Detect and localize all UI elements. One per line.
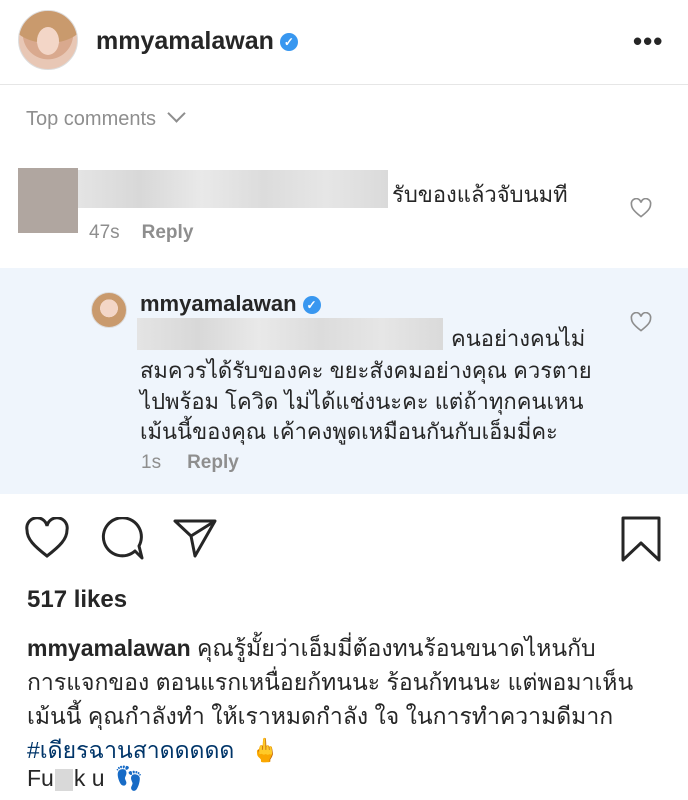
caption-hashtag-line: #เดียรฉานสาดดดดด 🖕: [27, 733, 279, 769]
blurred-avatar[interactable]: [18, 168, 78, 233]
username-label[interactable]: mmyamalawan: [96, 27, 274, 55]
caption-line: เม้นนี้ คุณกำลังทำ ให้เราหมดกำลัง ใจ ในก…: [27, 703, 614, 729]
caption-username[interactable]: mmyamalawan: [27, 635, 191, 661]
caption-line: การแจกของ ตอนแรกเหนื่อยก้ทนนะ ร้อนก้ทนนะ…: [27, 669, 634, 695]
blurred-mention: [137, 318, 443, 350]
like-heart-icon[interactable]: [24, 517, 70, 559]
comment-time: 47s: [89, 222, 120, 243]
caption-line: mmyamalawan คุณรู้มั้ยว่าเอ็มมี่ต้องทนร้…: [27, 631, 596, 667]
like-reply-heart-icon[interactable]: [630, 312, 652, 332]
reply-text-line: เม้นนี้ของคุณ เค้าคงพูดเหมือนกันกับเอ็มม…: [140, 419, 558, 444]
caption-text-end: k u: [73, 765, 105, 791]
comment-meta: 47s Reply: [89, 222, 193, 244]
more-options-icon[interactable]: •••: [633, 26, 663, 57]
reply-button[interactable]: Reply: [142, 222, 194, 243]
reply-username-label[interactable]: mmyamalawan: [140, 291, 297, 316]
likes-count[interactable]: 517 likes: [27, 586, 127, 614]
censor-block: [54, 768, 73, 791]
reply-text-line: คนอย่างคนไม่: [451, 326, 586, 351]
reply-username[interactable]: mmyamalawan ✓: [140, 291, 321, 317]
hashtag-link[interactable]: #เดียรฉานสาดดดดด: [27, 737, 234, 763]
avatar[interactable]: [18, 10, 78, 70]
like-comment-heart-icon[interactable]: [630, 198, 652, 218]
caption-last-line: Fu k u 👣: [27, 765, 144, 792]
reply-time: 1s: [141, 452, 162, 473]
post-header: mmyamalawan ✓ •••: [0, 0, 688, 85]
caption-text: คุณรู้มั้ยว่าเอ็มมี่ต้องทนร้อนขนาดไหนกับ: [197, 635, 596, 661]
middle-finger-emoji-icon: 🖕: [250, 737, 280, 763]
reply-text-line: สมควรได้รับของคะ ขยะสังคมอย่างคุณ ควรตาย: [140, 358, 592, 383]
save-bookmark-icon[interactable]: [620, 515, 662, 563]
top-comments-label: Top comments: [26, 108, 157, 130]
caption-text-start: Fu: [27, 765, 54, 791]
comment-text: รับของแล้วจับนมที: [392, 182, 568, 207]
top-comments-dropdown[interactable]: Top comments: [26, 104, 186, 131]
blurred-username: [78, 170, 388, 208]
reply-meta: 1s Reply: [141, 452, 239, 474]
share-paper-plane-icon[interactable]: [172, 517, 218, 559]
verified-badge-icon: ✓: [279, 33, 298, 52]
reply-button[interactable]: Reply: [187, 452, 239, 473]
reply-avatar[interactable]: [91, 292, 127, 328]
username-link[interactable]: mmyamalawan ✓: [96, 27, 298, 56]
comment-bubble-icon[interactable]: [99, 517, 145, 561]
chevron-down-icon: [167, 104, 186, 123]
verified-badge-icon: ✓: [302, 296, 321, 315]
footprints-emoji-icon: 👣: [114, 765, 144, 791]
